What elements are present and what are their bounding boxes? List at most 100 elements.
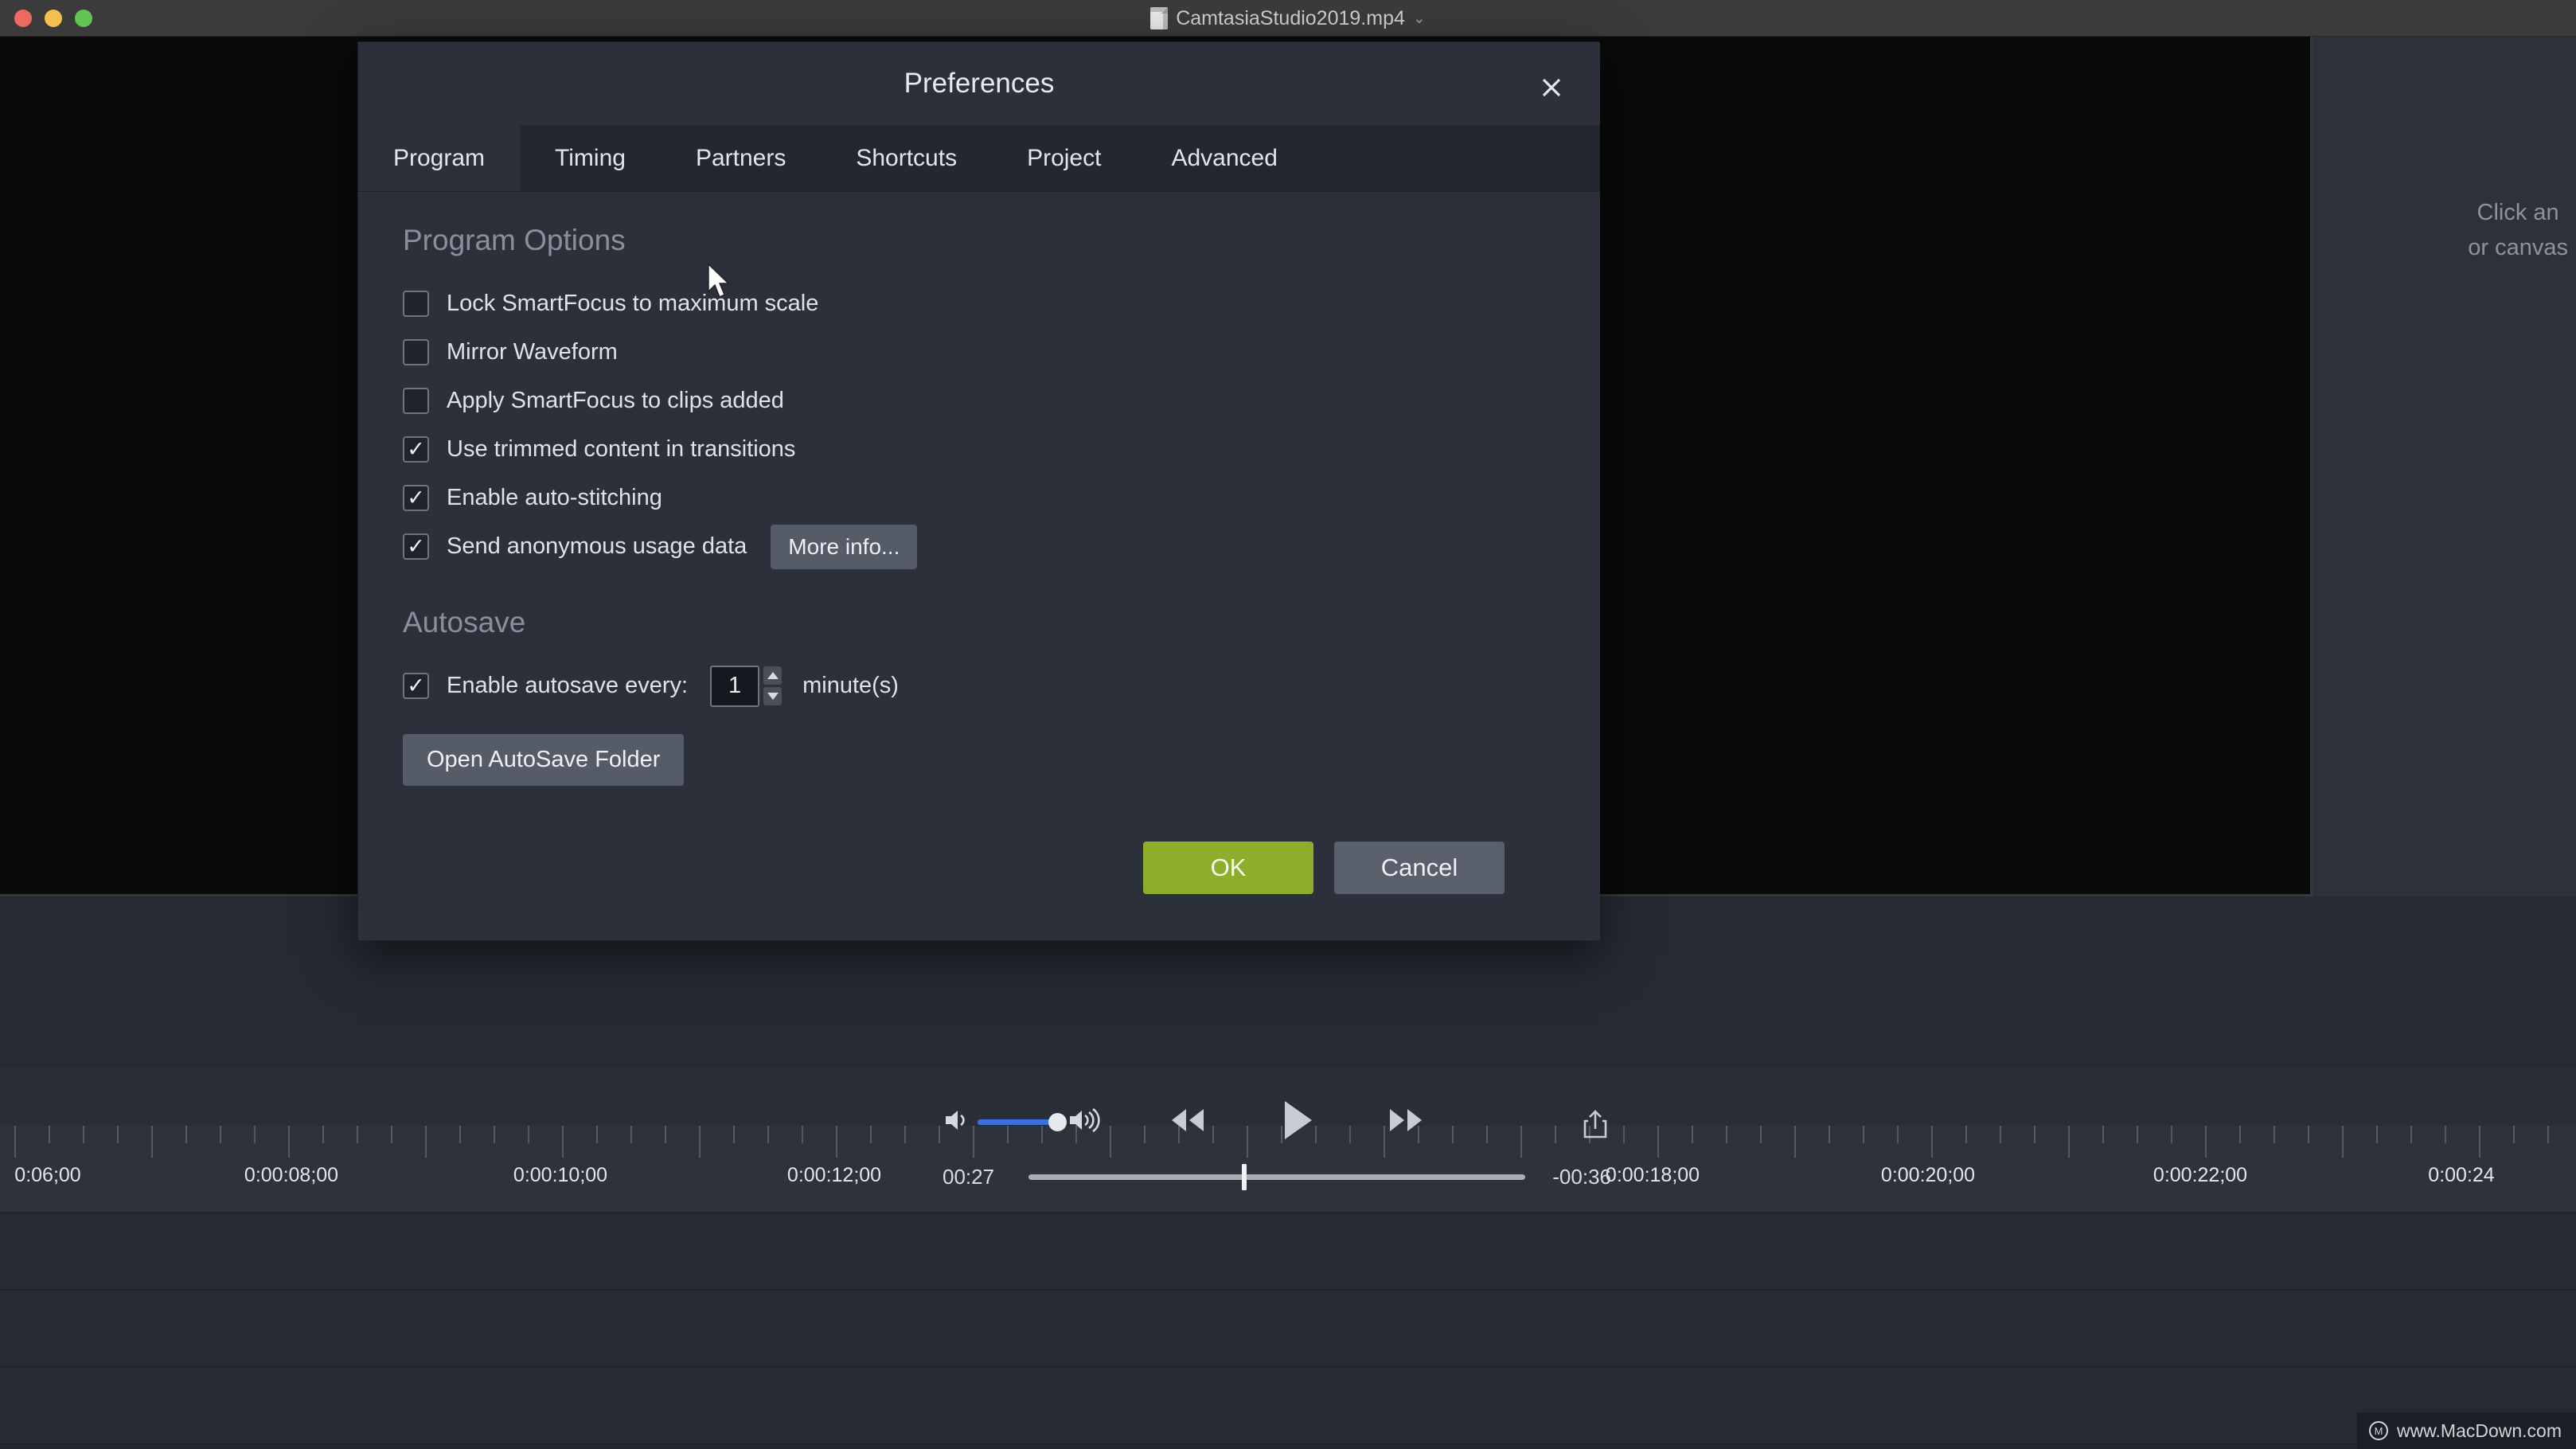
tab-partners[interactable]: Partners [661, 125, 821, 191]
program-option-checkbox[interactable]: ✓ [403, 388, 429, 414]
fast-forward-button[interactable] [1384, 1103, 1428, 1142]
program-option-label: Use trimmed content in transitions [447, 436, 796, 462]
program-option-checkbox[interactable]: ✓ [403, 436, 429, 463]
checkmark-icon: ✓ [407, 437, 425, 461]
ruler-tick [2102, 1126, 2104, 1143]
cancel-button[interactable]: Cancel [1334, 842, 1505, 894]
program-option-row: ✓ Lock SmartFocus to maximum scale [403, 279, 1555, 328]
rewind-button[interactable] [1165, 1103, 1210, 1142]
ruler-time-label: 0:06;00 [14, 1164, 81, 1186]
file-icon [1150, 7, 1169, 29]
autosave-row: ✓ Enable autosave every: minute(s) [403, 662, 1555, 710]
more-info-button[interactable]: More info... [771, 524, 918, 569]
ruler-tick [185, 1126, 187, 1143]
dialog-footer: OK Cancel [358, 795, 1600, 940]
ruler-tick [562, 1126, 564, 1158]
program-option-checkbox[interactable]: ✓ [403, 485, 429, 511]
stepper-buttons [763, 666, 783, 705]
share-button[interactable] [1581, 1108, 1610, 1144]
volume-low-icon[interactable] [943, 1107, 971, 1138]
ruler-time-label: 0:00:18;00 [1605, 1164, 1700, 1186]
ruler-tick [2034, 1126, 2035, 1143]
ruler-tick [1760, 1126, 1762, 1143]
playback-controls [1165, 1097, 1428, 1146]
program-options-list: ✓ Lock SmartFocus to maximum scale ✓ Mirror… [403, 279, 1555, 571]
ruler-tick [1657, 1126, 1659, 1158]
ruler-tick [528, 1126, 529, 1143]
ruler-tick [699, 1126, 701, 1158]
program-option-label: Apply SmartFocus to clips added [447, 388, 784, 413]
autosave-enable-label: Enable autosave every: [447, 673, 689, 698]
ruler-tick [425, 1126, 427, 1158]
volume-slider[interactable] [978, 1112, 1067, 1131]
ruler-tick [2274, 1126, 2275, 1143]
preferences-dialog: Preferences Program Timing Partners Shortcu… [357, 41, 1600, 941]
svg-text:M: M [2375, 1425, 2383, 1437]
timeline-track-row[interactable] [0, 1368, 2576, 1444]
tab-program[interactable]: Program [358, 125, 521, 191]
autosave-interval-input[interactable] [710, 665, 760, 707]
program-option-checkbox[interactable]: ✓ [403, 339, 429, 365]
ruler-tick [939, 1126, 940, 1143]
program-option-label: Send anonymous usage data [447, 533, 747, 559]
playhead-marker[interactable] [1242, 1163, 1247, 1190]
ruler-tick [802, 1126, 803, 1143]
program-option-label: Mirror Waveform [447, 339, 618, 365]
ruler-time-label: 0:00:20;00 [1880, 1164, 1976, 1186]
timeline-tracks[interactable] [0, 1213, 2576, 1449]
watermark: M www.MacDown.com [2356, 1412, 2576, 1449]
chevron-down-icon[interactable]: ⌄ [1413, 10, 1426, 28]
tab-advanced[interactable]: Advanced [1136, 125, 1312, 191]
program-options-heading: Program Options [403, 224, 626, 256]
ruler-tick [870, 1126, 872, 1143]
quicktime-player-overlay[interactable]: 00:27 -00:36 [943, 1091, 1611, 1202]
ruler-tick [2547, 1126, 2549, 1143]
ruler-tick [2445, 1126, 2446, 1143]
ruler-tick [2171, 1126, 2172, 1143]
close-icon[interactable] [1533, 69, 1570, 106]
canvas-right-panel: Click an or canvas [2313, 37, 2576, 896]
ruler-tick [14, 1126, 16, 1158]
timeline-track-row[interactable] [0, 1291, 2576, 1367]
share-icon [1583, 1110, 1607, 1138]
autosave-enable-checkbox[interactable]: ✓ [403, 673, 429, 699]
open-autosave-folder-button[interactable]: Open AutoSave Folder [403, 734, 685, 786]
ruler-tick [836, 1126, 837, 1158]
ruler-tick [220, 1126, 221, 1143]
caret-up-icon[interactable] [763, 666, 783, 685]
program-option-checkbox[interactable]: ✓ [403, 291, 429, 317]
ruler-tick [596, 1126, 598, 1143]
dialog-title: Preferences [358, 42, 1600, 125]
ruler-tick [1623, 1126, 1625, 1143]
ruler-tick [1794, 1126, 1796, 1158]
ruler-tick [2479, 1126, 2480, 1158]
ruler-tick [733, 1126, 735, 1143]
program-option-row: ✓ Use trimmed content in transitions [403, 425, 1555, 474]
ruler-tick [2205, 1126, 2207, 1158]
ruler-tick [494, 1126, 495, 1143]
app-root: Click an or canvas 00:00 / 00:00 30fps 0… [0, 0, 2576, 1449]
tab-timing[interactable]: Timing [520, 125, 661, 191]
elapsed-time: 00:27 [943, 1164, 995, 1189]
volume-slider-knob[interactable] [1048, 1112, 1067, 1131]
caret-down-icon[interactable] [763, 687, 783, 705]
ruler-tick [2376, 1126, 2378, 1143]
ruler-tick [2513, 1126, 2515, 1143]
ruler-tick [49, 1126, 50, 1143]
macos-title-bar: CamtasiaStudio2019.mp4 ⌄ [0, 0, 2576, 37]
quicktime-scrub-row: 00:27 -00:36 [943, 1158, 1611, 1196]
checkmark-icon: ✓ [407, 486, 425, 510]
tab-shortcuts[interactable]: Shortcuts [821, 125, 992, 191]
autosave-interval-stepper [710, 665, 783, 707]
ruler-tick [1965, 1126, 1967, 1143]
ruler-tick [151, 1126, 153, 1158]
ruler-tick [630, 1126, 632, 1143]
program-option-checkbox[interactable]: ✓ [403, 533, 429, 560]
play-button[interactable] [1277, 1098, 1317, 1146]
autosave-heading: Autosave [403, 606, 526, 639]
quicktime-progress-bar[interactable] [1028, 1163, 1525, 1190]
ok-button[interactable]: OK [1143, 842, 1313, 894]
timeline-track-row[interactable] [0, 1213, 2576, 1290]
volume-high-icon[interactable] [1067, 1107, 1103, 1138]
tab-project[interactable]: Project [992, 125, 1136, 191]
